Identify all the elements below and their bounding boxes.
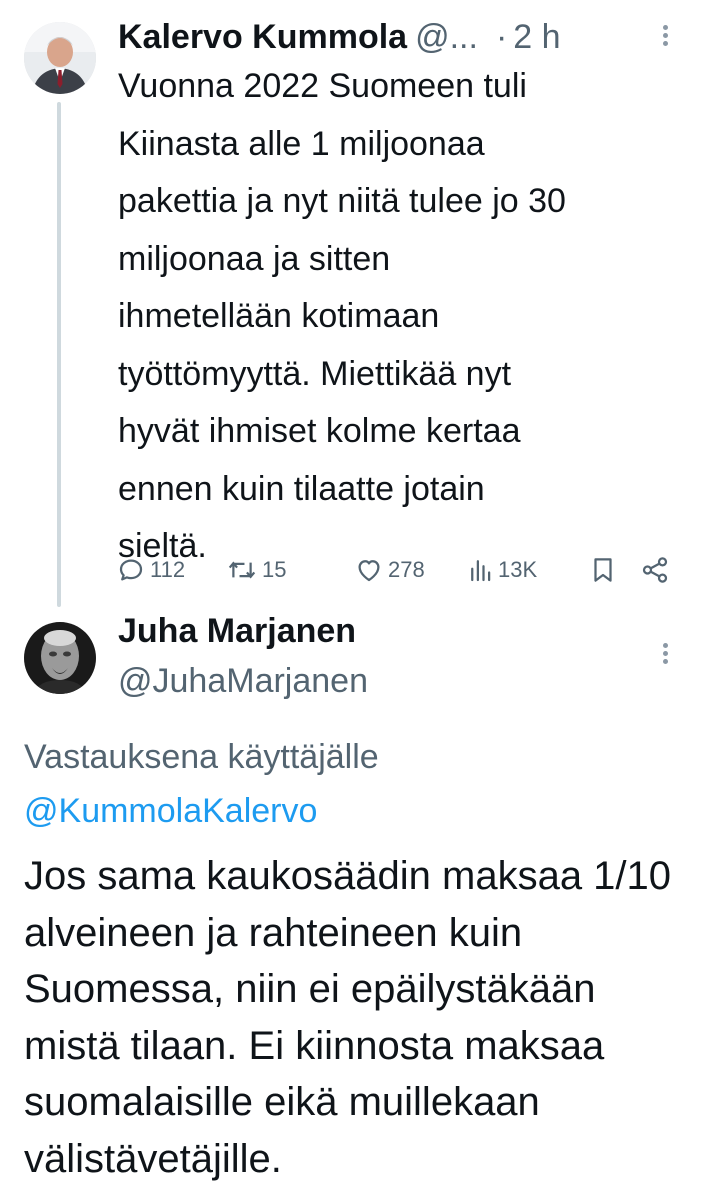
replying-to-line: Vastauksena käyttäjälle @KummolaKalervo xyxy=(24,730,664,838)
repost-icon xyxy=(228,561,256,579)
repost-button[interactable]: 15 xyxy=(226,552,286,588)
reply-tweet-text: Jos sama kaukosäädin maksaa 1/10 alveine… xyxy=(24,854,672,1181)
more-options-icon[interactable] xyxy=(660,640,670,674)
header-separator: · xyxy=(495,17,508,56)
parent-tweet-header: Kalervo Kummola @... · 2 h xyxy=(118,14,678,60)
reply-author-name[interactable]: Juha Marjanen xyxy=(118,612,356,651)
thread-connector-line xyxy=(57,102,61,607)
repost-count: 15 xyxy=(262,557,287,582)
author-handle[interactable]: @... xyxy=(415,18,478,57)
reply-count: 112 xyxy=(150,557,186,582)
person-photo-icon xyxy=(24,22,96,94)
replying-to-label: Vastauksena käyttäjälle xyxy=(24,738,379,776)
views-count: 13K xyxy=(498,557,538,582)
share-icon xyxy=(642,557,668,583)
person-photo-icon xyxy=(24,622,96,694)
heart-icon xyxy=(358,560,380,582)
kalervo-avatar[interactable] xyxy=(24,22,96,94)
tweet-action-bar: 112 15 278 13K xyxy=(112,552,682,588)
replying-to-mention-link[interactable]: @KummolaKalervo xyxy=(24,792,317,830)
tweet-timestamp[interactable]: 2 h xyxy=(513,18,560,57)
reply-author-handle[interactable]: @JuhaMarjanen xyxy=(118,662,368,701)
juha-avatar[interactable] xyxy=(24,622,96,694)
like-button[interactable]: 278 xyxy=(354,552,425,588)
bookmark-button[interactable] xyxy=(590,552,616,588)
views-chart-icon xyxy=(471,560,491,582)
author-name[interactable]: Kalervo Kummola xyxy=(118,18,407,57)
reply-icon xyxy=(119,559,143,581)
more-options-icon[interactable] xyxy=(660,22,670,56)
parent-tweet-text: Vuonna 2022 Suomeen tuli Kiinasta alle 1… xyxy=(118,67,566,565)
like-count: 278 xyxy=(388,557,425,582)
share-button[interactable] xyxy=(640,552,670,588)
views-button[interactable]: 13K xyxy=(468,552,537,588)
reply-button[interactable]: 112 xyxy=(116,552,185,588)
bookmark-icon xyxy=(594,558,612,582)
